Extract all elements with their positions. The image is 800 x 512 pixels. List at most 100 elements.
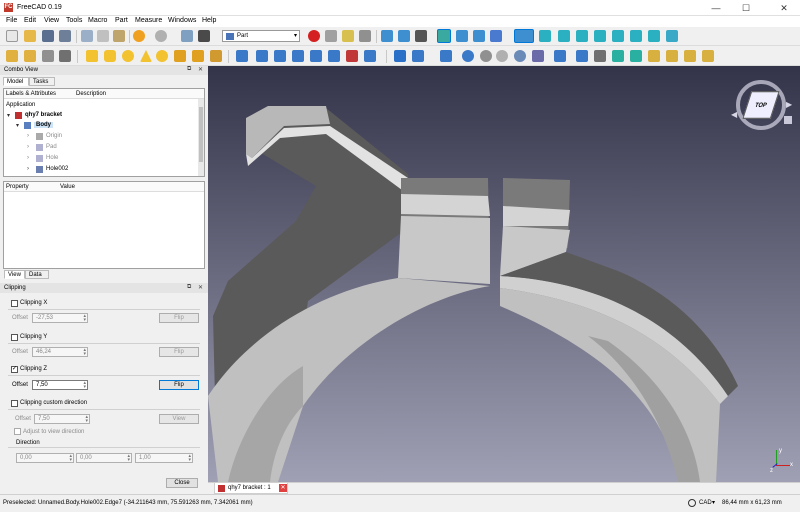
right-view-icon[interactable] bbox=[594, 30, 606, 42]
thickness-icon[interactable] bbox=[480, 50, 492, 62]
sphere-icon[interactable] bbox=[122, 50, 134, 62]
adjust-view-checkbox[interactable] bbox=[14, 428, 21, 435]
clipping-y-checkbox[interactable] bbox=[11, 334, 18, 341]
revolve-icon[interactable] bbox=[256, 50, 268, 62]
toggle-all-icon[interactable] bbox=[666, 50, 678, 62]
measure-angular-icon[interactable] bbox=[612, 50, 624, 62]
part-tools-icon[interactable] bbox=[6, 50, 18, 62]
common-icon[interactable] bbox=[576, 50, 588, 62]
forward-arrow-icon[interactable] bbox=[473, 30, 485, 42]
top-view-icon[interactable] bbox=[576, 30, 588, 42]
toggle-3d-icon[interactable] bbox=[684, 50, 696, 62]
edit-macro-icon[interactable] bbox=[342, 30, 354, 42]
3d-viewport[interactable]: TOP ◀ ▶ y x z bbox=[208, 66, 800, 482]
workbench-view-icon[interactable] bbox=[490, 30, 502, 42]
bounding-box-icon[interactable] bbox=[437, 29, 451, 43]
float-panel-icon[interactable]: ⧉ bbox=[187, 284, 191, 291]
minimize-button[interactable]: — bbox=[704, 0, 728, 16]
bottom-view-icon[interactable] bbox=[630, 30, 642, 42]
sweep-icon[interactable] bbox=[394, 50, 406, 62]
fuse-icon[interactable] bbox=[554, 50, 566, 62]
offset-custom-input[interactable]: 7,50 ▴ ▾ bbox=[34, 414, 90, 424]
undo-icon[interactable] bbox=[133, 30, 145, 42]
cylinder-icon[interactable] bbox=[104, 50, 116, 62]
cross-sections-icon[interactable] bbox=[440, 50, 452, 62]
torus-icon[interactable] bbox=[156, 50, 168, 62]
direction-z-input[interactable]: 1,00 ▴ ▾ bbox=[135, 453, 193, 463]
cut-icon[interactable] bbox=[81, 30, 93, 42]
cube-icon[interactable] bbox=[86, 50, 98, 62]
clipping-custom-checkbox[interactable] bbox=[11, 400, 18, 407]
tab-data[interactable]: Data bbox=[25, 270, 49, 279]
menu-part[interactable]: Part bbox=[115, 17, 128, 24]
export-icon[interactable] bbox=[59, 50, 71, 62]
left-view-icon[interactable] bbox=[648, 30, 660, 42]
expand-arrow-icon[interactable]: ▾ bbox=[7, 112, 10, 119]
expand-arrow-icon[interactable]: › bbox=[27, 155, 29, 161]
close-window-button[interactable]: ✕ bbox=[768, 0, 800, 16]
menu-file[interactable]: File bbox=[6, 17, 17, 24]
tree-item-pad[interactable]: Pad bbox=[46, 144, 57, 150]
cut-boolean-icon[interactable] bbox=[532, 50, 544, 62]
measure-linear-icon[interactable] bbox=[594, 50, 606, 62]
draw-style-icon[interactable] bbox=[415, 30, 427, 42]
tree-item-hole[interactable]: Hole bbox=[46, 155, 58, 161]
run-macro-icon[interactable] bbox=[359, 30, 371, 42]
offset-icon[interactable] bbox=[462, 50, 474, 62]
tree-item-document[interactable]: qhy7 bracket bbox=[25, 112, 62, 118]
flip-x-button[interactable]: Flip bbox=[159, 313, 199, 323]
menu-help[interactable]: Help bbox=[202, 17, 216, 24]
tab-model[interactable]: Model bbox=[3, 77, 29, 86]
redo-icon[interactable] bbox=[155, 30, 167, 42]
menu-windows[interactable]: Windows bbox=[168, 17, 196, 24]
workbench-selector[interactable]: Part ▾ bbox=[222, 30, 300, 42]
navigation-style[interactable]: CAD bbox=[699, 500, 712, 506]
rotate-left-icon[interactable]: ◀ bbox=[731, 110, 737, 119]
save-as-icon[interactable] bbox=[59, 30, 71, 42]
chevron-down-icon[interactable]: ▾ bbox=[712, 499, 715, 506]
menu-measure[interactable]: Measure bbox=[135, 17, 162, 24]
primitives-icon[interactable] bbox=[192, 50, 204, 62]
extrude-icon[interactable] bbox=[236, 50, 248, 62]
menu-macro[interactable]: Macro bbox=[88, 17, 107, 24]
fit-selection-icon[interactable] bbox=[398, 30, 410, 42]
tree-scrollbar[interactable] bbox=[198, 99, 204, 176]
clear-all-icon[interactable] bbox=[648, 50, 660, 62]
shape-builder-icon[interactable] bbox=[210, 50, 222, 62]
fillet-icon[interactable] bbox=[292, 50, 304, 62]
mirror-icon[interactable] bbox=[274, 50, 286, 62]
measure-refresh-icon[interactable] bbox=[630, 50, 642, 62]
direction-x-input[interactable]: 0,00 ▴ ▾ bbox=[16, 453, 74, 463]
close-tab-icon[interactable]: ✕ bbox=[279, 484, 287, 492]
maximize-button[interactable]: ☐ bbox=[734, 0, 758, 16]
navigation-cube[interactable]: TOP ◀ ▶ bbox=[730, 76, 796, 142]
stop-macro-icon[interactable] bbox=[325, 30, 337, 42]
navcube-menu-icon[interactable] bbox=[784, 116, 792, 124]
paste-icon[interactable] bbox=[113, 30, 125, 42]
record-macro-icon[interactable] bbox=[308, 30, 320, 42]
offset-x-input[interactable]: -27,53 ▴ ▾ bbox=[32, 313, 88, 323]
tube-icon[interactable] bbox=[174, 50, 186, 62]
boolean-icon[interactable] bbox=[514, 50, 526, 62]
flip-y-button[interactable]: Flip bbox=[159, 347, 199, 357]
back-arrow-icon[interactable] bbox=[456, 30, 468, 42]
open-part-icon[interactable] bbox=[24, 50, 36, 62]
expand-arrow-icon[interactable]: › bbox=[27, 166, 29, 172]
save-icon[interactable] bbox=[42, 30, 54, 42]
cone-icon[interactable] bbox=[140, 50, 152, 62]
close-button[interactable]: Close bbox=[166, 478, 198, 488]
expand-arrow-icon[interactable]: › bbox=[27, 133, 29, 139]
tab-view[interactable]: View bbox=[4, 270, 25, 279]
zoom-icon[interactable] bbox=[514, 29, 534, 43]
whats-this-icon[interactable] bbox=[198, 30, 210, 42]
view-button[interactable]: View bbox=[159, 414, 199, 424]
make-face-icon[interactable] bbox=[328, 50, 340, 62]
expand-arrow-icon[interactable]: › bbox=[27, 144, 29, 150]
offset-y-input[interactable]: 46,24 ▴ ▾ bbox=[32, 347, 88, 357]
chamfer-icon[interactable] bbox=[310, 50, 322, 62]
expand-arrow-icon[interactable]: ▾ bbox=[16, 122, 19, 129]
flip-z-button[interactable]: Flip bbox=[159, 380, 199, 390]
new-file-icon[interactable] bbox=[6, 30, 18, 42]
offset-z-input[interactable]: 7,50 ▴ ▾ bbox=[32, 380, 88, 390]
projection-icon[interactable] bbox=[496, 50, 508, 62]
